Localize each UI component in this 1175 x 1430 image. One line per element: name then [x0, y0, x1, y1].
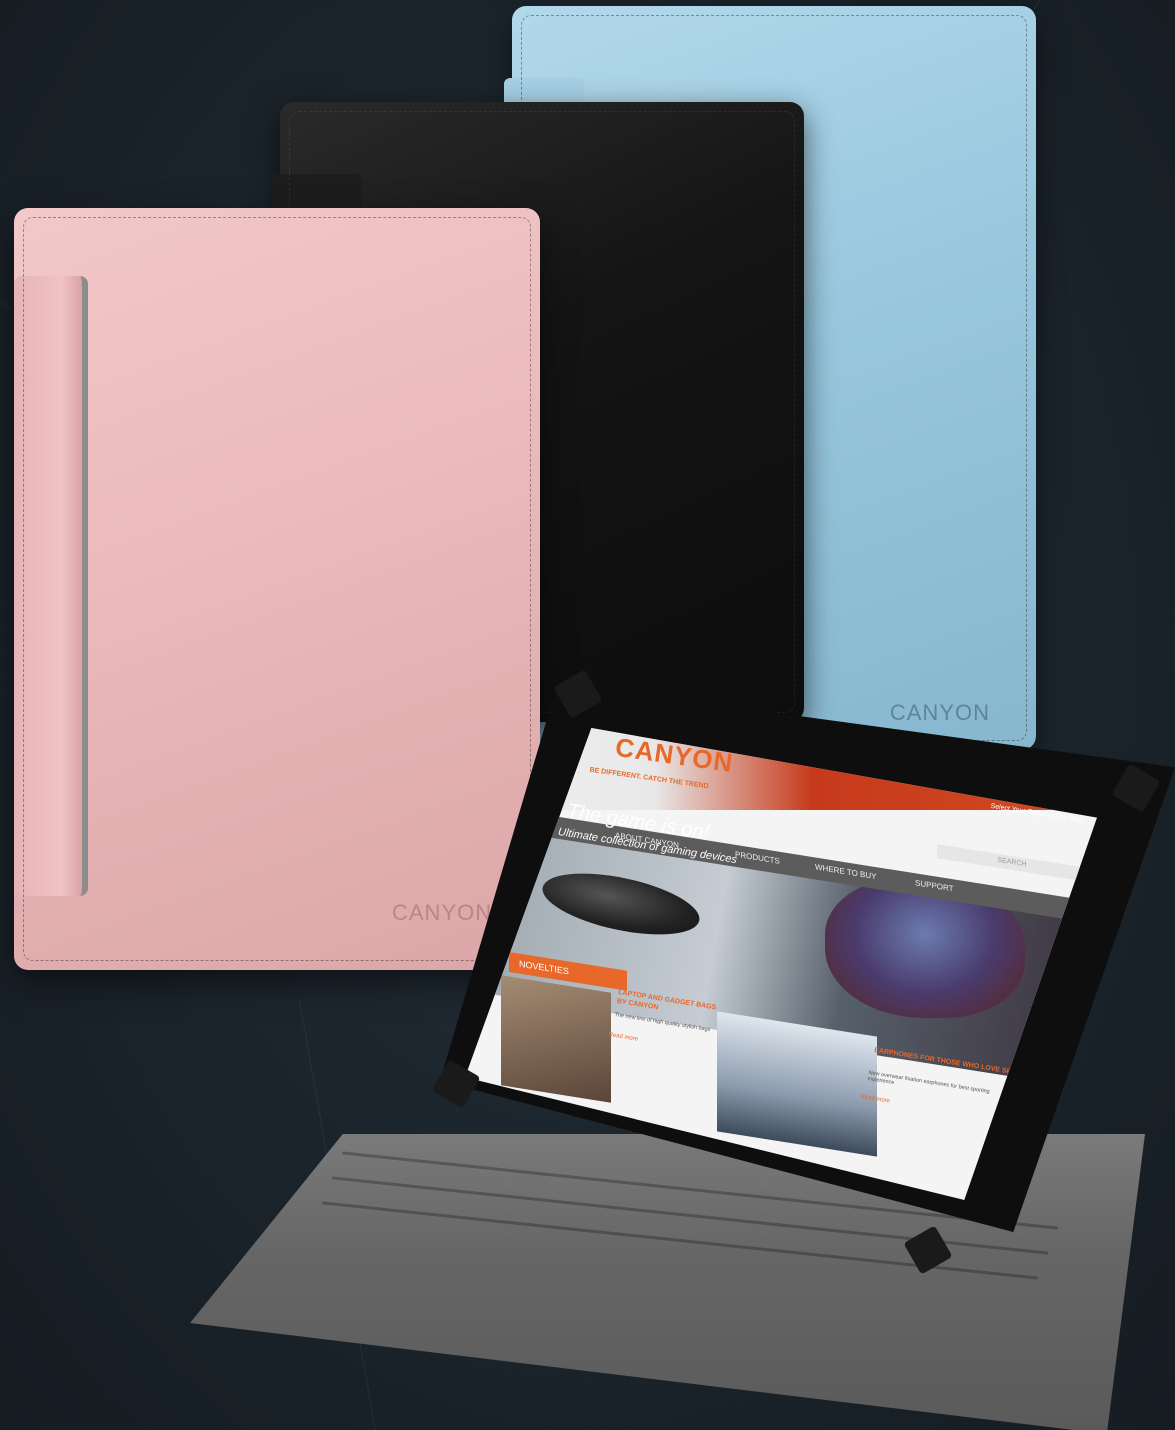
nav-item[interactable]: PRODUCTS	[735, 850, 780, 866]
case-strap	[14, 276, 88, 896]
read-more-link[interactable]: Read more	[608, 1032, 638, 1043]
search-input[interactable]: SEARCH	[937, 844, 1087, 882]
nav-item[interactable]: WHERE TO BUY	[815, 862, 877, 881]
brand-logo: CANYON	[889, 700, 990, 725]
pink-case: CANYON	[14, 208, 540, 970]
bags-card-image[interactable]	[501, 975, 611, 1103]
brand-logo: CANYON	[392, 900, 493, 925]
case-stitching	[23, 217, 531, 961]
earphones-card-image[interactable]	[717, 1011, 877, 1157]
nav-item[interactable]: SUPPORT	[915, 878, 954, 893]
